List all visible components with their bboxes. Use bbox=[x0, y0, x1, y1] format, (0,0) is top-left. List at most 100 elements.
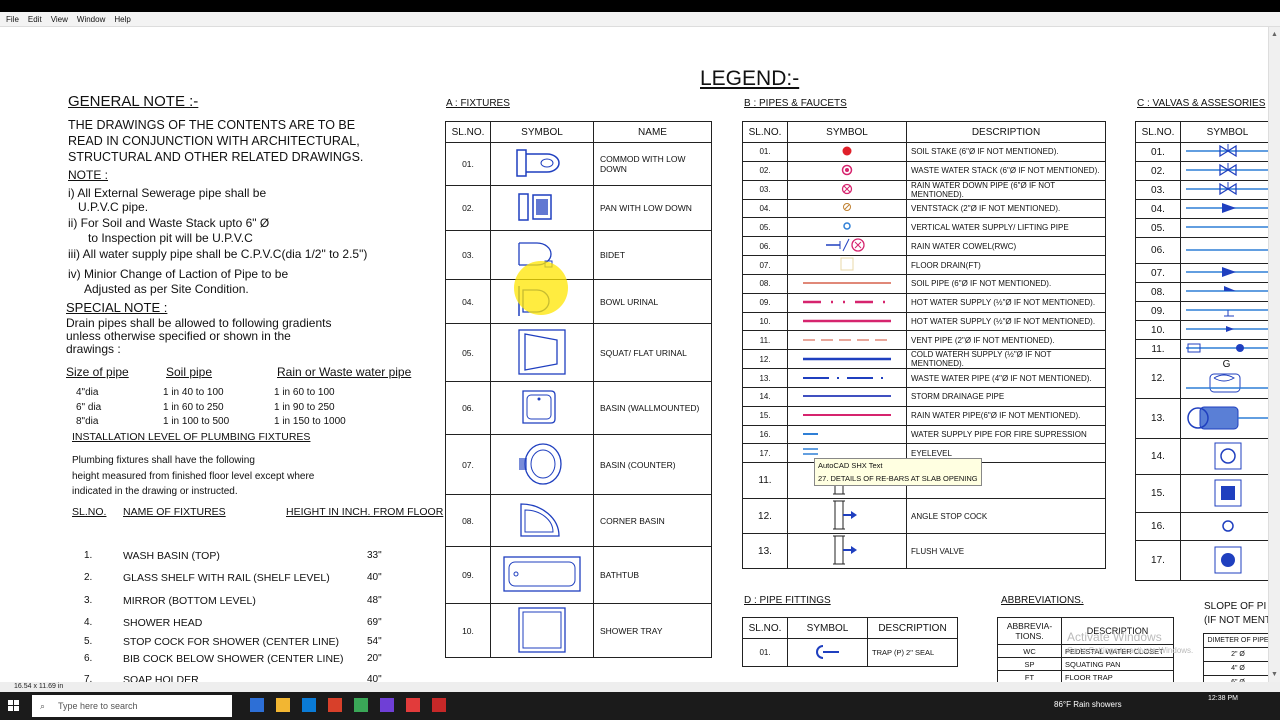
valve-symbol-icon bbox=[1180, 142, 1268, 162]
weather-text[interactable]: 86°F Rain showers bbox=[1054, 700, 1122, 709]
window-top-strip bbox=[0, 0, 1280, 12]
faucet-slno: 13. bbox=[742, 533, 788, 570]
install-row-height: 40" bbox=[367, 572, 382, 583]
note-2b: to Inspection pit will be U.P.V.C bbox=[88, 231, 253, 245]
app-icon-1[interactable] bbox=[250, 698, 264, 712]
abbr-desc: SQUATING PAN bbox=[1061, 657, 1174, 671]
fixture-name: BIDET bbox=[593, 230, 712, 280]
pipe-slno: 11. bbox=[742, 330, 788, 351]
pipe-desc: FLOOR DRAIN(FT) bbox=[906, 255, 1106, 275]
menu-file[interactable]: File bbox=[6, 15, 19, 24]
valve-slno: 05. bbox=[1135, 218, 1181, 238]
install-row-height: 48" bbox=[367, 595, 382, 606]
cursor-highlight bbox=[514, 261, 568, 315]
gradient-header-soil: Soil pipe bbox=[166, 365, 213, 379]
pipe-desc: SOIL PIPE (6"Ø IF NOT MENTIONED). bbox=[906, 273, 1106, 294]
faucet-row: 12. ANGLE STOP COCK bbox=[742, 498, 1106, 535]
pipes-header-desc: DESCRIPTION bbox=[906, 121, 1106, 143]
pipe-row: 03. RAIN WATER DOWN PIPE (6"Ø IF NOT MENT… bbox=[742, 179, 1106, 200]
app-icon-4[interactable] bbox=[328, 698, 342, 712]
drawing-canvas[interactable]: LEGEND:- GENERAL NOTE :- THE DRAWINGS OF… bbox=[0, 27, 1268, 682]
pipe-row: 15. RAIN WATER PIPE(6"Ø IF NOT MENTIONED)… bbox=[742, 405, 1106, 426]
app-icon-6[interactable] bbox=[380, 698, 394, 712]
slope-row: 2" Ø bbox=[1203, 647, 1268, 662]
pipe-row: 08. SOIL PIPE (6"Ø IF NOT MENTIONED). bbox=[742, 273, 1106, 294]
scroll-down-icon[interactable]: ▼ bbox=[1271, 671, 1278, 678]
menu-view[interactable]: View bbox=[51, 15, 68, 24]
valve-row: 11. bbox=[1135, 339, 1268, 359]
abbr-desc: FLOOR TRAP bbox=[1061, 670, 1174, 682]
install-row-slno: 3. bbox=[84, 595, 93, 606]
clock[interactable]: 12:38 PM bbox=[1208, 695, 1238, 702]
valve-slno: 08. bbox=[1135, 282, 1181, 302]
menu-help[interactable]: Help bbox=[114, 15, 130, 24]
install-row-name: WASH BASIN (TOP) bbox=[123, 550, 220, 562]
pipe-row: 05. VERTICAL WATER SUPPLY/ LIFTING PIPE bbox=[742, 217, 1106, 238]
valve-symbol-icon bbox=[1180, 301, 1268, 321]
pipe-symbol-icon bbox=[787, 198, 907, 219]
install-row-slno: 7. bbox=[84, 674, 93, 682]
fixtures-header-symbol: SYMBOL bbox=[490, 121, 594, 143]
windows-start-icon[interactable] bbox=[8, 700, 20, 712]
fixtures-title: A : FIXTURES bbox=[446, 98, 510, 109]
valve-slno: 17. bbox=[1135, 540, 1181, 581]
pipe-desc: VENT PIPE (2"Ø IF NOT MENTIONED). bbox=[906, 330, 1106, 351]
valve-slno: 15. bbox=[1135, 474, 1181, 513]
taskbar-search[interactable]: ⌕ Type here to search bbox=[32, 695, 232, 717]
pipe-slno: 16. bbox=[742, 424, 788, 445]
app-icon-7[interactable] bbox=[406, 698, 420, 712]
valve-symbol-icon bbox=[1180, 218, 1268, 238]
valve-symbol-icon bbox=[1180, 540, 1268, 581]
abbr-code: SP bbox=[997, 657, 1062, 671]
fixture-row: 08. CORNER BASIN bbox=[445, 494, 712, 547]
app-icon-3[interactable] bbox=[302, 698, 316, 712]
pipe-row: 14. STORM DRAINAGE PIPE bbox=[742, 386, 1106, 407]
menu-edit[interactable]: Edit bbox=[28, 15, 42, 24]
faucet-desc: FLUSH VALVE bbox=[906, 533, 1106, 570]
app-icon-5[interactable] bbox=[354, 698, 368, 712]
valves-table: SL.NO. SYMBOL 01. 02. 03. 04. 05. 06. 07. 08. 09… bbox=[1135, 121, 1268, 581]
vertical-scrollbar[interactable]: ▲ ▼ bbox=[1268, 27, 1280, 682]
tooltip-text: 27. DETAILS OF RE-BARS AT SLAB OPENING bbox=[818, 474, 978, 483]
app-icon-8[interactable] bbox=[432, 698, 446, 712]
scroll-up-icon[interactable]: ▲ bbox=[1271, 31, 1278, 38]
valve-slno: 07. bbox=[1135, 263, 1181, 283]
tooltip-title: AutoCAD SHX Text bbox=[818, 461, 883, 470]
pipe-slno: 05. bbox=[742, 217, 788, 238]
valve-slno: 16. bbox=[1135, 512, 1181, 541]
menu-window[interactable]: Window bbox=[77, 15, 105, 24]
fittings-row: 01. TRAP (P) 2" SEAL bbox=[742, 638, 958, 667]
faucet-slno: 12. bbox=[742, 498, 788, 535]
install-row-height: 40" bbox=[367, 674, 382, 682]
pipe-desc: WATER SUPPLY PIPE FOR FIRE SUPRESSION bbox=[906, 424, 1106, 445]
install-row-height: 20" bbox=[367, 653, 382, 664]
pipe-slno: 12. bbox=[742, 349, 788, 370]
pipes-header-slno: SL.NO. bbox=[742, 121, 788, 143]
fixtures-table: SL.NO. SYMBOL NAME 01. COMMOD WITH LOW DO… bbox=[445, 121, 712, 658]
abbr-row: FT FLOOR TRAP bbox=[997, 670, 1174, 682]
install-row-name: MIRROR (BOTTOM LEVEL) bbox=[123, 595, 256, 607]
pipe-symbol-icon bbox=[787, 386, 907, 407]
valve-slno: 13. bbox=[1135, 398, 1181, 439]
pipe-desc: SOIL STAKE (6"Ø IF NOT MENTIONED). bbox=[906, 142, 1106, 162]
pipe-desc: COLD WATERH SUPPLY (½"Ø IF NOT MENTIONED… bbox=[906, 349, 1106, 370]
valve-symbol-icon bbox=[1180, 512, 1268, 541]
pipe-symbol-icon bbox=[787, 424, 907, 445]
valve-row: 15. bbox=[1135, 474, 1268, 513]
fixture-slno: 05. bbox=[445, 323, 491, 382]
valve-symbol-icon bbox=[1180, 339, 1268, 359]
fixture-name: BASIN (COUNTER) bbox=[593, 434, 712, 495]
install-row-slno: 1. bbox=[84, 550, 93, 561]
valve-symbol-icon bbox=[1180, 237, 1268, 264]
valve-slno: 11. bbox=[1135, 339, 1181, 359]
faucet-symbol-icon bbox=[787, 498, 907, 535]
note-4: iv) Minior Change of Laction of Pipe to … bbox=[68, 267, 289, 281]
fixture-row: 02. PAN WITH LOW DOWN bbox=[445, 185, 712, 231]
app-icon-2[interactable] bbox=[276, 698, 290, 712]
general-note-body: THE DRAWINGS OF THE CONTENTS ARE TO BE R… bbox=[68, 118, 364, 164]
valve-slno: 02. bbox=[1135, 161, 1181, 181]
fittings-header-desc: DESCRIPTION bbox=[867, 617, 958, 639]
valve-row: 01. bbox=[1135, 142, 1268, 162]
valve-row: 05. bbox=[1135, 218, 1268, 238]
abbr-title: ABBREVIATIONS. bbox=[1001, 595, 1084, 606]
